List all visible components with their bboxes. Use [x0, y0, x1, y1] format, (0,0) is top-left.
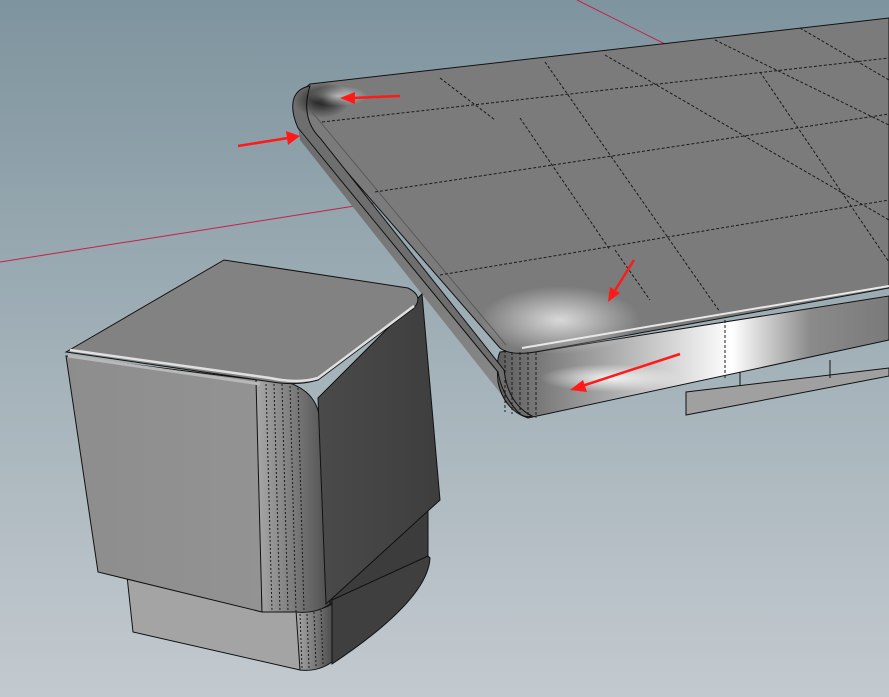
3d-viewport[interactable] [0, 0, 889, 697]
corner-highlight-top-left [308, 86, 368, 106]
corner-highlight-front [480, 286, 640, 354]
viewport-canvas[interactable] [0, 0, 889, 697]
